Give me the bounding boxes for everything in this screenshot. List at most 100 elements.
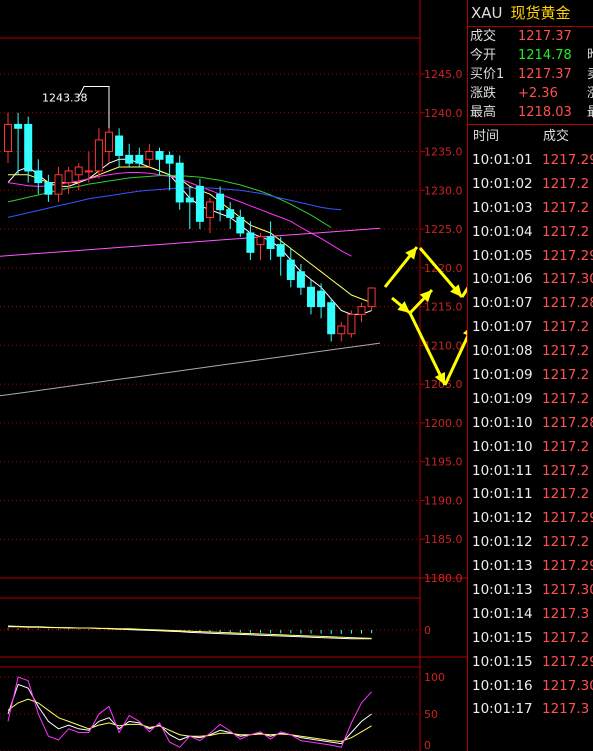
kdj-line: [7, 676, 372, 748]
tick-row[interactable]: 10:01:03 1217.2: [468, 197, 593, 221]
kdj-tick-label: 0: [424, 739, 431, 751]
chart-area[interactable]: 1245.0 1240.0 1235.0 1230.0 1225.0 1220.0 1215…: [0, 0, 467, 751]
ma-line: [0, 342, 381, 397]
tick-row[interactable]: 10:01:01 1217.29: [468, 149, 593, 173]
tick-price: 1217.2: [542, 390, 590, 407]
y-tick-label: 1215.0: [424, 301, 463, 314]
tick-price: 1217.2: [542, 438, 590, 455]
tick-time: 10:01:01: [472, 152, 533, 168]
tick-row[interactable]: 10:01:10 1217.28: [468, 412, 593, 436]
tick-price: 1217.29: [542, 558, 593, 575]
candle-down: [44, 182, 53, 195]
quote-row: 涨跌 +2.36 涨: [468, 84, 593, 103]
tick-time: 10:01:09: [472, 390, 533, 407]
tick-row[interactable]: 10:01:16 1217.30: [468, 675, 593, 699]
tick-time: 10:01:16: [472, 677, 533, 694]
candle-down: [216, 193, 225, 211]
quote-label: 涨跌: [470, 86, 497, 101]
tick-row[interactable]: 10:01:17 1217.3: [468, 698, 593, 722]
quote-summary: 成交 1217.37 今开 1214.78 昨买价1 1217.37 卖涨跌 +2.36 涨最高…: [468, 27, 593, 125]
candle-down: [296, 271, 305, 288]
quote-value: +2.36: [518, 86, 558, 101]
quote-row: 最高 1218.03 最: [468, 103, 593, 122]
kdj-tick-label: 100: [424, 671, 445, 684]
tick-time: 10:01:10: [472, 438, 533, 455]
tick-row[interactable]: 10:01:12 1217.2: [468, 531, 593, 555]
candle-up: [74, 166, 83, 176]
tick-row[interactable]: 10:01:13 1217.29: [468, 555, 593, 579]
candle-down: [246, 232, 255, 253]
tick-row[interactable]: 10:01:11 1217.2: [468, 460, 593, 484]
quote-row: 成交 1217.37: [468, 27, 593, 46]
quote-extra-label: 昨: [587, 46, 593, 65]
tick-row[interactable]: 10:01:05 1217.29: [468, 245, 593, 269]
y-tick-label: 1195.0: [424, 456, 463, 469]
tick-price: 1217.28: [542, 295, 593, 312]
candle-up: [84, 170, 93, 173]
quote-value: 1214.78: [518, 48, 572, 63]
tick-row[interactable]: 10:01:15 1217.29: [468, 651, 593, 675]
kdj-tick-label: 50: [424, 708, 438, 721]
tick-row[interactable]: 10:01:15 1217.2: [468, 627, 593, 651]
tick-time: 10:01:11: [472, 486, 533, 503]
symbol-name: 现货黄金: [510, 4, 571, 22]
tick-row[interactable]: 10:01:09 1217.2: [468, 364, 593, 388]
quote-label: 最高: [470, 105, 497, 120]
candle-down: [226, 209, 235, 218]
tick-time: 10:01:02: [472, 175, 533, 192]
annotation-arrow: [443, 334, 467, 386]
price-chart[interactable]: 1245.01240.01235.01230.01225.01220.01215…: [0, 0, 467, 751]
candle-up: [367, 287, 376, 308]
candle-up: [94, 139, 103, 172]
tick-row[interactable]: 10:01:04 1217.2: [468, 221, 593, 245]
tick-row[interactable]: 10:01:06 1217.30: [468, 268, 593, 292]
candle-up: [145, 151, 154, 160]
tick-time: 10:01:14: [472, 605, 533, 622]
candle-down: [34, 170, 43, 184]
tick-header-time: 时间: [473, 129, 500, 144]
tick-price: 1217.3: [542, 605, 590, 622]
candle-down: [125, 154, 134, 164]
tick-price: 1217.30: [542, 271, 593, 288]
tick-row[interactable]: 10:01:02 1217.2: [468, 173, 593, 197]
quote-row: 今开 1214.78 昨: [468, 46, 593, 65]
tick-price: 1217.29: [542, 152, 593, 168]
tick-price: 1217.2: [542, 486, 590, 503]
tick-time: 10:01:03: [472, 199, 533, 216]
y-tick-label: 1235.0: [424, 146, 463, 159]
candle-up: [206, 201, 214, 218]
tick-row[interactable]: 10:01:07 1217.2: [468, 316, 593, 340]
quote-value: 1217.37: [518, 67, 572, 82]
tick-price: 1217.2: [542, 534, 590, 551]
quote-row: 买价1 1217.37 卖: [468, 65, 593, 84]
tick-row[interactable]: 10:01:08 1217.2: [468, 340, 593, 364]
tick-time: 10:01:10: [472, 414, 533, 431]
y-tick-label: 1240.0: [424, 107, 463, 120]
tick-list[interactable]: 10:01:01 1217.29 10:01:02 1217.2 10:01:03 121…: [468, 149, 593, 722]
tick-time: 10:01:04: [472, 223, 533, 240]
quote-value: 1217.37: [518, 29, 572, 44]
tick-price: 1217.29: [542, 247, 593, 264]
tick-row[interactable]: 10:01:07 1217.28: [468, 292, 593, 316]
tick-row[interactable]: 10:01:12 1217.29: [468, 507, 593, 531]
candle-up: [54, 174, 63, 195]
quote-label: 成交: [470, 29, 497, 44]
tick-time: 10:01:17: [472, 701, 533, 718]
candle-down: [115, 135, 124, 156]
candle-up: [64, 170, 73, 184]
tick-time: 10:01:11: [472, 462, 533, 479]
tick-row[interactable]: 10:01:09 1217.2: [468, 388, 593, 412]
y-tick-label: 1245.0: [424, 68, 463, 81]
tick-price: 1217.2: [542, 343, 590, 360]
candle-up: [357, 306, 366, 315]
tick-price: 1217.2: [542, 319, 590, 336]
candle-down: [286, 259, 295, 280]
tick-row[interactable]: 10:01:14 1217.3: [468, 603, 593, 627]
tick-time: 10:01:15: [472, 629, 533, 646]
y-tick-label: 1230.0: [424, 184, 463, 197]
tick-row[interactable]: 10:01:10 1217.2: [468, 436, 593, 460]
tick-row[interactable]: 10:01:11 1217.2: [468, 483, 593, 507]
tick-price: 1217.2: [542, 367, 590, 384]
tick-price: 1217.2: [542, 629, 590, 646]
tick-row[interactable]: 10:01:13 1217.30: [468, 579, 593, 603]
